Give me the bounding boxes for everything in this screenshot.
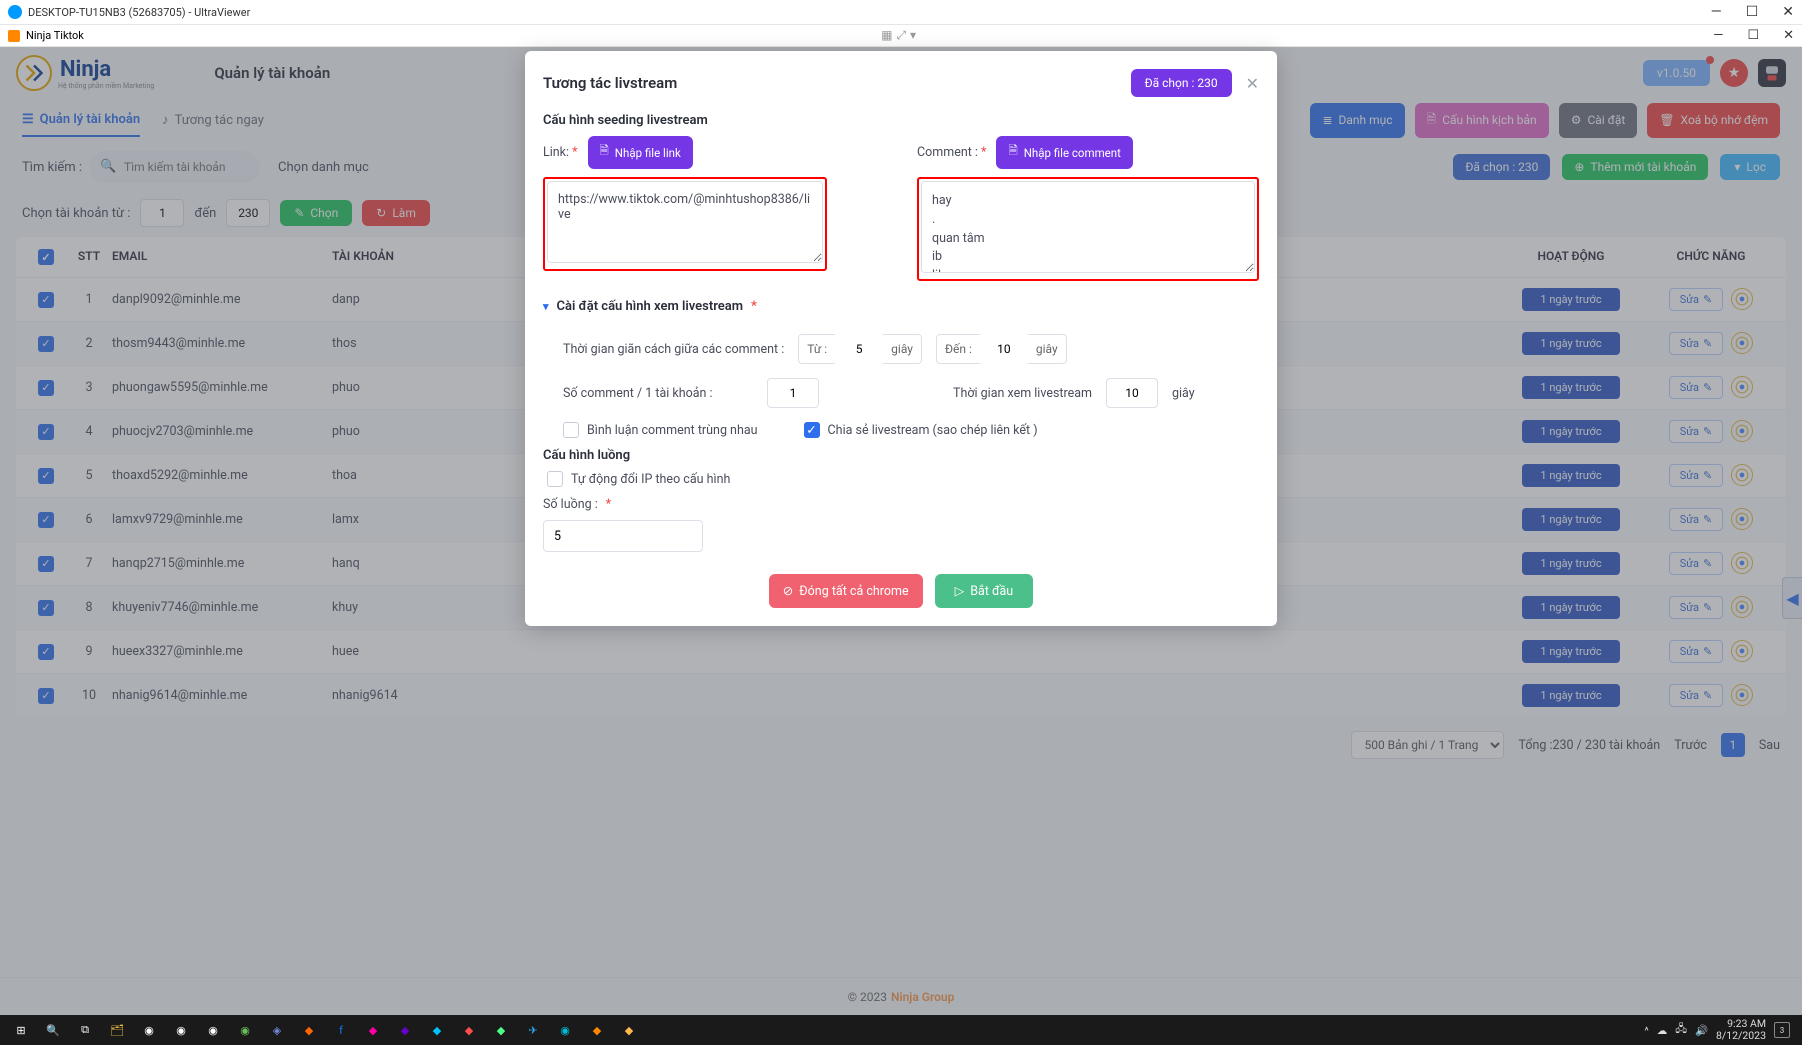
telegram-icon[interactable]: ✈ [518, 1017, 548, 1043]
file-icon: 🗎 [600, 143, 609, 162]
modal-overlay: Tương tác livstream Đã chọn : 230 ✕ Cấu … [0, 47, 1802, 1015]
task-view-icon[interactable]: ⧉ [70, 1017, 100, 1043]
modal-selected-badge: Đã chọn : 230 [1131, 69, 1232, 97]
thread-count-input[interactable] [543, 520, 703, 552]
modal-close-icon[interactable]: ✕ [1246, 74, 1259, 93]
ultraviewer-icon [8, 5, 22, 19]
seeding-section-title: Cấu hình seeding livestream [543, 113, 1259, 128]
start-icon[interactable]: ⊞ [6, 1017, 36, 1043]
share-livestream-checkbox[interactable]: ✓ [804, 422, 820, 438]
system-tray: ^ ☁ 🖧 🔊 9:23 AM 8/12/2023 3 [1644, 1018, 1796, 1042]
chrome-icon[interactable]: ◉ [166, 1017, 196, 1043]
window-controls: — ☐ ✕ [1711, 4, 1794, 20]
close-icon[interactable]: ✕ [1782, 4, 1794, 20]
comment-input[interactable]: hay . quan tâm ib like [921, 181, 1255, 273]
coccoc-icon[interactable]: ◉ [230, 1017, 260, 1043]
onedrive-icon[interactable]: ☁ [1657, 1024, 1668, 1037]
notification-icon[interactable]: 3 [1774, 1022, 1790, 1038]
facebook-icon[interactable]: f [326, 1017, 356, 1043]
chrome-icon[interactable]: ◉ [198, 1017, 228, 1043]
chevron-down-icon[interactable]: ▾ [910, 28, 916, 43]
delay-to-input[interactable] [978, 334, 1030, 364]
window-title: DESKTOP-TU15NB3 (52683705) - UltraViewer [28, 6, 250, 19]
app-icon[interactable]: ◆ [422, 1017, 452, 1043]
import-link-button[interactable]: 🗎Nhập file link [588, 136, 693, 169]
discord-icon[interactable]: ◈ [262, 1017, 292, 1043]
expand-icon[interactable]: ⤢ [896, 28, 906, 43]
windows-taskbar: ⊞ 🔍 ⧉ 🗂 ◉ ◉ ◉ ◉ ◈ ◆ f ◆ ◆ ◆ ◆ ◆ ✈ ◉ ◆ ◆ … [0, 1015, 1802, 1045]
delay-from-input[interactable] [833, 334, 885, 364]
inner-maximize-icon[interactable]: ☐ [1747, 28, 1759, 43]
tray-chevron-icon[interactable]: ^ [1644, 1024, 1648, 1037]
ninja-app-icon [8, 30, 20, 42]
app-icon[interactable]: ◆ [454, 1017, 484, 1043]
watch-duration-input[interactable] [1106, 378, 1158, 408]
grid-icon[interactable]: ▦ [881, 28, 892, 43]
duplicate-comment-checkbox[interactable] [563, 422, 579, 438]
speaker-icon[interactable]: 🔊 [1695, 1024, 1708, 1037]
minimize-icon[interactable]: — [1711, 4, 1722, 20]
ninja-app-icon[interactable]: ◆ [582, 1017, 612, 1043]
inner-close-icon[interactable]: ✕ [1783, 28, 1794, 43]
app-body: Ninja Hệ thống phần mềm Marketing Quản l… [0, 47, 1802, 1015]
inner-minimize-icon[interactable]: — [1713, 28, 1723, 43]
comment-label: Comment : * [917, 145, 986, 160]
search-icon[interactable]: 🔍 [38, 1017, 68, 1043]
ninja-app-icon[interactable]: ◆ [614, 1017, 644, 1043]
per-account-row: Số comment / 1 tài khoản : Thời gian xem… [563, 378, 1259, 408]
app-titlebar: Ninja Tiktok ▦ ⤢ ▾ — ☐ ✕ [0, 25, 1802, 47]
inner-window-controls: — ☐ ✕ [1713, 28, 1794, 43]
link-input[interactable]: https://www.tiktok.com/@minhtushop8386/l… [547, 181, 823, 263]
import-comment-button[interactable]: 🗎Nhập file comment [996, 136, 1132, 169]
app-icon[interactable]: ◉ [550, 1017, 580, 1043]
chrome-icon[interactable]: ◉ [134, 1017, 164, 1043]
titlebar-center-tools: ▦ ⤢ ▾ [881, 28, 916, 43]
file-icon: 🗎 [1008, 143, 1017, 162]
thread-section-title: Cấu hình luồng [543, 448, 1259, 463]
start-button[interactable]: ▷Bắt đầu [935, 574, 1034, 608]
explorer-icon[interactable]: 🗂 [102, 1017, 132, 1043]
delay-config-row: Thời gian giãn cách giữa các comment : T… [563, 334, 1259, 364]
app-icon[interactable]: ◆ [486, 1017, 516, 1043]
close-all-chrome-button[interactable]: ⊘Đóng tất cả chrome [769, 574, 923, 608]
app-icon[interactable]: ◆ [390, 1017, 420, 1043]
link-label: Link: * [543, 145, 578, 160]
play-icon: ▷ [955, 583, 965, 599]
comments-per-account-input[interactable] [767, 378, 819, 408]
close-circle-icon: ⊘ [783, 583, 793, 599]
auto-ip-checkbox[interactable] [547, 471, 563, 487]
livestream-modal: Tương tác livstream Đã chọn : 230 ✕ Cấu … [525, 51, 1277, 626]
app-title: Ninja Tiktok [26, 29, 84, 42]
app-icon[interactable]: ◆ [358, 1017, 388, 1043]
chevron-down-icon: ▾ [543, 300, 549, 313]
network-icon[interactable]: 🖧 [1675, 1021, 1687, 1039]
maximize-icon[interactable]: ☐ [1746, 4, 1759, 20]
clock[interactable]: 9:23 AM 8/12/2023 [1716, 1018, 1766, 1042]
app-icon[interactable]: ◆ [294, 1017, 324, 1043]
modal-title: Tương tác livstream [543, 74, 677, 92]
view-config-collapse[interactable]: ▾ Cài đặt cấu hình xem livestream * [543, 293, 1259, 320]
ultraviewer-titlebar: DESKTOP-TU15NB3 (52683705) - UltraViewer… [0, 0, 1802, 25]
